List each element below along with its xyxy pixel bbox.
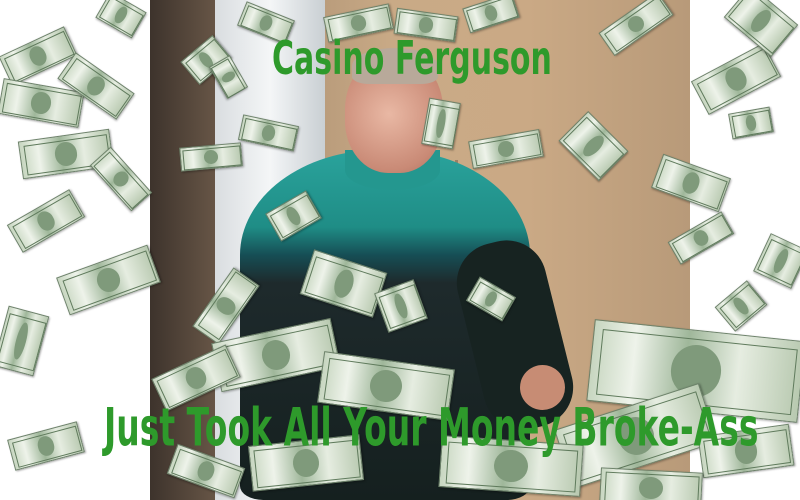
dollar-bill xyxy=(599,467,703,500)
top-caption: Casino Ferguson xyxy=(272,32,552,87)
meme-image: Casino Ferguson Just Took All Your Money… xyxy=(0,0,800,500)
bottom-caption: Just Took All Your Money Broke-Ass xyxy=(104,396,759,459)
